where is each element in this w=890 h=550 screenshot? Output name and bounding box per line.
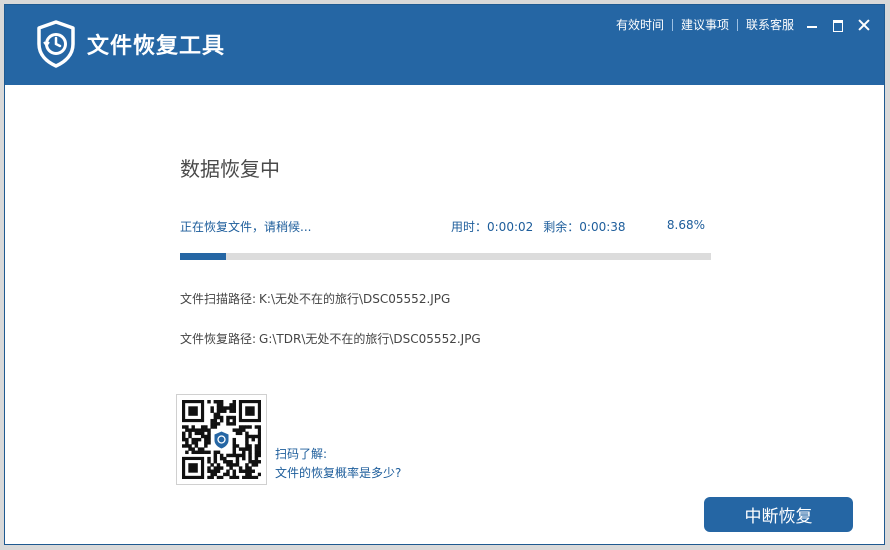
qr-caption-line2[interactable]: 文件的恢复概率是多少? [275, 464, 401, 483]
divider [671, 18, 673, 31]
validity-link[interactable]: 有效时间 [616, 16, 664, 33]
scan-path-label: 文件扫描路径: [180, 292, 257, 306]
restore-path-value: G:\TDR\无处不在的旅行\DSC05552.JPG [259, 332, 481, 346]
restore-path-row: 文件恢复路径: G:\TDR\无处不在的旅行\DSC05552.JPG [180, 330, 481, 347]
contact-support-link[interactable]: 联系客服 [746, 16, 794, 33]
restore-path-label: 文件恢复路径: [180, 332, 257, 346]
scan-path-value: K:\无处不在的旅行\DSC05552.JPG [259, 292, 451, 306]
scan-path-row: 文件扫描路径: K:\无处不在的旅行\DSC05552.JPG [180, 290, 450, 307]
remaining-time: 剩余：0:00:38 [543, 220, 626, 234]
status-text: 正在恢复文件，请稍候... [180, 220, 312, 234]
qr-code-icon [182, 400, 261, 479]
app-window: 文件恢复工具 有效时间 建议事项 联系客服 数据恢复中 正在恢复文件，请稍候..… [4, 4, 885, 545]
app-title: 文件恢复工具 [87, 34, 226, 59]
stop-recovery-button[interactable]: 中断恢复 [704, 497, 853, 532]
progress-bar [180, 253, 711, 260]
title-bar: 文件恢复工具 有效时间 建议事项 联系客服 [5, 5, 884, 85]
progress-percent: 8.68% [666, 218, 705, 232]
header-links: 有效时间 建议事项 联系客服 [616, 16, 872, 33]
shield-clock-logo-icon [37, 20, 75, 68]
close-icon[interactable] [856, 17, 872, 33]
time-info: 用时：0:00:02 剩余：0:00:38 [451, 218, 636, 235]
elapsed-time: 用时：0:00:02 [451, 220, 534, 234]
suggestions-link[interactable]: 建议事项 [681, 16, 729, 33]
qr-caption: 扫码了解: 文件的恢复概率是多少? [275, 445, 401, 483]
page-title: 数据恢复中 [180, 157, 280, 181]
qr-caption-line1[interactable]: 扫码了解: [275, 445, 401, 464]
divider [736, 18, 738, 31]
maximize-icon[interactable] [830, 17, 846, 33]
qr-code [176, 394, 267, 485]
minimize-icon[interactable] [804, 17, 820, 33]
progress-fill [180, 253, 227, 260]
